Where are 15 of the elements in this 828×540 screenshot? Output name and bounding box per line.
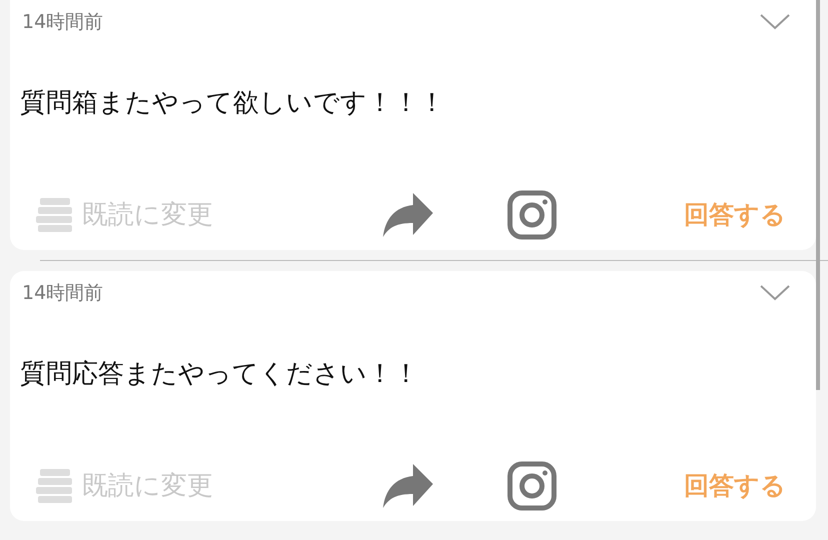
timestamp: 14時間前 xyxy=(22,10,104,35)
scrollbar[interactable] xyxy=(816,0,820,390)
books-icon xyxy=(36,469,74,503)
books-icon xyxy=(36,198,74,232)
camera-icon[interactable] xyxy=(507,190,557,240)
share-icon[interactable] xyxy=(383,464,433,508)
share-icon[interactable] xyxy=(383,193,433,237)
question-text: 質問箱またやって欲しいです！！！ xyxy=(19,87,446,120)
camera-icon[interactable] xyxy=(507,461,557,511)
answer-button[interactable]: 回答する xyxy=(684,467,786,505)
answer-button[interactable]: 回答する xyxy=(684,196,786,234)
chevron-down-icon[interactable] xyxy=(760,285,790,301)
chevron-down-icon[interactable] xyxy=(760,14,790,30)
timestamp: 14時間前 xyxy=(22,280,104,306)
question-text: 質問応答またやってください！！ xyxy=(19,358,420,391)
